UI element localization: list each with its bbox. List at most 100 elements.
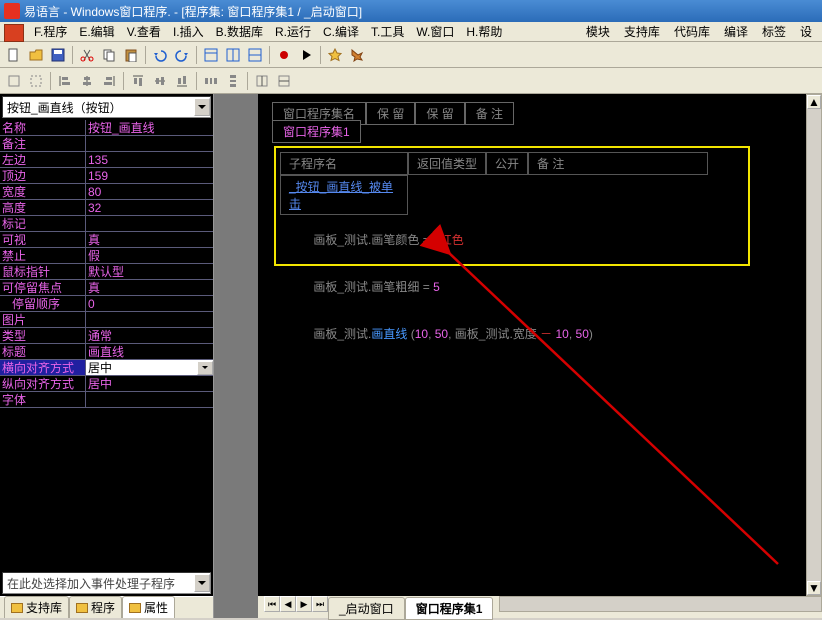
cut-button[interactable] <box>77 45 97 65</box>
menu-view[interactable]: V.查看 <box>121 21 167 42</box>
prop-row-11[interactable]: 停留顺序0 <box>0 296 213 312</box>
event-handler-combo[interactable]: 在此处选择加入事件处理子程序 <box>2 572 211 594</box>
copy-button[interactable] <box>99 45 119 65</box>
object-selector-combo[interactable]: 按钮_画直线（按钮） <box>2 96 211 118</box>
menu-edit[interactable]: E.编辑 <box>73 21 120 42</box>
prop-row-7[interactable]: 可视真 <box>0 232 213 248</box>
prop-row-12[interactable]: 图片 <box>0 312 213 328</box>
horizontal-scrollbar[interactable] <box>499 596 822 612</box>
code-line-1[interactable]: 画板_测试.画笔颜色 = #红色 <box>280 217 748 262</box>
prop-value[interactable] <box>86 392 213 407</box>
rm-module[interactable]: 模块 <box>586 23 610 40</box>
scroll-up-icon[interactable]: ▲ <box>807 95 821 109</box>
menu-help[interactable]: H.帮助 <box>460 21 508 42</box>
editor-tab-startup-window[interactable]: _启动窗口 <box>328 597 405 620</box>
menu-file[interactable]: F.程序 <box>28 21 73 42</box>
prop-row-16[interactable]: 纵向对齐方式居中 <box>0 376 213 392</box>
prop-value[interactable] <box>86 136 213 151</box>
align-right-button[interactable] <box>99 71 119 91</box>
run-exe-button[interactable] <box>347 45 367 65</box>
undo-button[interactable] <box>150 45 170 65</box>
prop-row-8[interactable]: 禁止假 <box>0 248 213 264</box>
prop-value[interactable] <box>86 312 213 327</box>
center-v-button[interactable] <box>274 71 294 91</box>
prop-row-5[interactable]: 高度32 <box>0 200 213 216</box>
menu-database[interactable]: B.数据库 <box>210 21 269 42</box>
prop-value[interactable]: 135 <box>86 152 213 167</box>
prop-row-1[interactable]: 备注 <box>0 136 213 152</box>
menu-insert[interactable]: I.插入 <box>167 21 210 42</box>
menu-tools[interactable]: T.工具 <box>365 21 410 42</box>
dist-h-button[interactable] <box>201 71 221 91</box>
layout-2-button[interactable] <box>223 45 243 65</box>
align-bottom-button[interactable] <box>172 71 192 91</box>
tab-nav-next[interactable]: ▶ <box>296 596 312 612</box>
prop-row-6[interactable]: 标记 <box>0 216 213 232</box>
paste-button[interactable] <box>121 45 141 65</box>
combo-dropdown-icon[interactable] <box>194 98 210 116</box>
editor-tab-assembly1[interactable]: 窗口程序集1 <box>405 597 494 620</box>
prop-value[interactable]: 159 <box>86 168 213 183</box>
tb2-2[interactable] <box>26 71 46 91</box>
property-grid[interactable]: 名称按钮_画直线备注左边135顶边159宽度80高度32标记可视真禁止假鼠标指针… <box>0 120 213 408</box>
rm-compile[interactable]: 编译 <box>724 23 748 40</box>
tb2-1[interactable] <box>4 71 24 91</box>
layout-1-button[interactable] <box>201 45 221 65</box>
prop-value[interactable]: 真 <box>86 280 213 295</box>
prop-value[interactable]: 0 <box>86 296 213 311</box>
align-middle-button[interactable] <box>150 71 170 91</box>
prop-value[interactable]: 默认型 <box>86 264 213 279</box>
prop-value[interactable]: 画直线 <box>86 344 213 359</box>
rm-codelib[interactable]: 代码库 <box>674 23 710 40</box>
prop-value[interactable]: 居中 <box>86 376 213 391</box>
sub-hdr-return: 返回值类型 <box>408 152 486 175</box>
prop-value[interactable]: 按钮_画直线 <box>86 120 213 135</box>
code-line-3[interactable]: 画板_测试.画直线 (10, 50, 画板_测试.宽度 － 10, 50) <box>280 311 748 356</box>
code-line-2[interactable]: 画板_测试.画笔粗细 = 5 <box>280 264 748 309</box>
save-button[interactable] <box>48 45 68 65</box>
break-button[interactable] <box>274 45 294 65</box>
dist-v-button[interactable] <box>223 71 243 91</box>
star-button[interactable] <box>325 45 345 65</box>
align-center-h-button[interactable] <box>77 71 97 91</box>
subroutine-name[interactable]: _按钮_画直线_被单击 <box>280 175 408 215</box>
prop-row-9[interactable]: 鼠标指针默认型 <box>0 264 213 280</box>
open-button[interactable] <box>26 45 46 65</box>
prop-row-13[interactable]: 类型通常 <box>0 328 213 344</box>
prop-row-4[interactable]: 宽度80 <box>0 184 213 200</box>
prop-row-14[interactable]: 标题画直线 <box>0 344 213 360</box>
event-combo-dropdown-icon[interactable] <box>194 574 210 592</box>
tab-nav-first[interactable]: ⏮ <box>264 596 280 612</box>
prop-value[interactable]: 80 <box>86 184 213 199</box>
prop-row-0[interactable]: 名称按钮_画直线 <box>0 120 213 136</box>
prop-row-2[interactable]: 左边135 <box>0 152 213 168</box>
menu-window[interactable]: W.窗口 <box>410 21 460 42</box>
run-button[interactable] <box>296 45 316 65</box>
redo-button[interactable] <box>172 45 192 65</box>
tab-nav-last[interactable]: ⏭ <box>312 596 328 612</box>
prop-value[interactable]: 32 <box>86 200 213 215</box>
vertical-scrollbar[interactable]: ▲ ▼ <box>806 94 822 596</box>
menu-compile[interactable]: C.编译 <box>317 21 365 42</box>
prop-value[interactable]: 居中 <box>86 360 213 375</box>
prop-value[interactable]: 假 <box>86 248 213 263</box>
rm-tags[interactable]: 标签 <box>762 23 786 40</box>
prop-value[interactable] <box>86 216 213 231</box>
center-h-button[interactable] <box>252 71 272 91</box>
align-left-button[interactable] <box>55 71 75 91</box>
prop-value[interactable]: 真 <box>86 232 213 247</box>
layout-3-button[interactable] <box>245 45 265 65</box>
menu-run[interactable]: R.运行 <box>269 21 317 42</box>
tab-nav-prev[interactable]: ◀ <box>280 596 296 612</box>
new-button[interactable] <box>4 45 24 65</box>
prop-value[interactable]: 通常 <box>86 328 213 343</box>
prop-row-17[interactable]: 字体 <box>0 392 213 408</box>
prop-row-15[interactable]: 横向对齐方式居中 <box>0 360 213 376</box>
scroll-down-icon[interactable]: ▼ <box>807 581 821 595</box>
align-top-button[interactable] <box>128 71 148 91</box>
rm-support[interactable]: 支持库 <box>624 23 660 40</box>
prop-dropdown-icon[interactable] <box>197 361 213 375</box>
rm-settings[interactable]: 设 <box>800 23 812 40</box>
prop-row-3[interactable]: 顶边159 <box>0 168 213 184</box>
prop-row-10[interactable]: 可停留焦点真 <box>0 280 213 296</box>
